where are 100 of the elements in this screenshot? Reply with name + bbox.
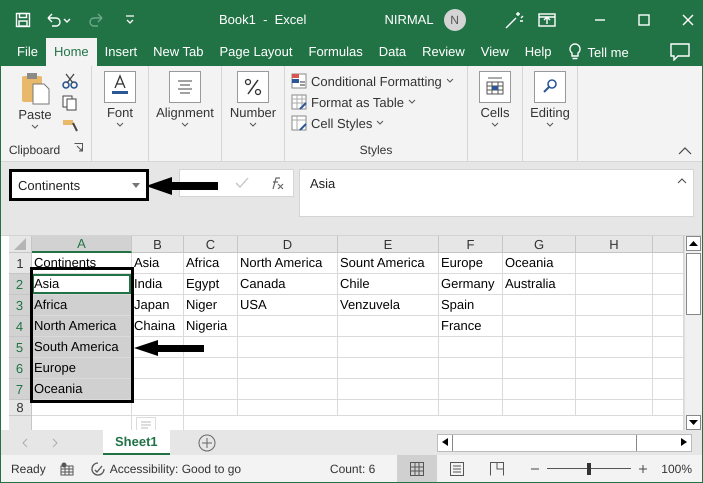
zoom-in-icon[interactable] [639,464,648,472]
close-icon[interactable] [682,14,694,26]
expand-icon[interactable] [677,178,687,184]
row-header[interactable]: 5 [9,337,32,358]
group-label: Styles [360,143,392,159]
table-cell: Japan [132,295,184,316]
arrow [134,340,204,356]
table-cell: Asia [132,253,184,274]
customize-icon[interactable] [125,14,135,26]
table-cell: Europe [439,253,503,274]
table-cell: North America [32,316,132,337]
maximize-icon[interactable] [638,14,650,26]
column-header[interactable]: A [32,236,132,253]
table-cell: South America [32,337,132,358]
table-cell: Chile [338,274,439,295]
column-header[interactable]: G [503,236,576,253]
add-sheet-icon[interactable] [198,434,216,452]
cell-styles-icon [291,115,307,131]
row-header[interactable]: 4 [9,316,32,337]
column-header[interactable]: B [132,236,184,253]
table-cell: Africa [184,253,238,274]
undo-icon[interactable] [45,12,71,28]
dialog-launcher-icon[interactable] [74,143,84,152]
scroll-thumb[interactable] [686,253,701,315]
ribbon-button[interactable]: Alignment [152,71,218,128]
ribbon-tab[interactable]: Page Layout [212,38,301,66]
ribbon-button[interactable]: Cell Styles [291,113,454,133]
caret-icon [31,124,39,130]
table-cell [439,337,503,358]
ribbon-button[interactable]: Number [226,71,280,128]
row-header[interactable]: 7 [9,379,32,400]
column-header[interactable]: E [338,236,439,253]
ribbon-tab[interactable]: Help [516,38,560,66]
ribbon-button[interactable]: Editing [526,71,574,128]
ribbon-tab[interactable]: File [9,38,46,66]
group-label: Clipboard [8,143,60,159]
row-header[interactable]: 2 [9,274,32,295]
table-cell [132,358,184,379]
paste-button[interactable]: Paste [14,71,56,143]
ribbon-button[interactable]: Font [100,71,140,128]
table-cell: Egypt [184,274,238,295]
avatar[interactable]: N [444,8,466,30]
column-header[interactable]: H [576,236,653,253]
status-text: Ready [11,462,46,476]
row-header[interactable]: 1 [9,253,32,274]
copy-icon[interactable] [62,95,78,111]
caret-icon [249,122,257,128]
table-cell: Africa [32,295,132,316]
ribbon-tab[interactable]: Insert [96,38,146,66]
normal-view-button[interactable] [397,455,438,482]
ribbon-tab[interactable]: View [472,38,517,66]
accessibility-icon[interactable] [90,460,106,476]
table-cell: Spain [439,295,503,316]
caret-icon [446,78,454,84]
name-box[interactable]: Continents [9,169,149,201]
lightbulb-icon[interactable] [568,43,582,61]
ribbon-display-icon[interactable] [538,12,556,26]
format-painter-icon[interactable] [62,117,78,133]
scroll-up-icon[interactable] [686,236,701,251]
ribbon-tab[interactable]: Data [370,38,414,66]
ribbon-tab[interactable]: Review [414,38,473,66]
ribbon-button[interactable]: Cells [475,71,515,128]
tell-me-search[interactable]: Tell me [588,44,629,60]
table-cell: Chaina [132,316,184,337]
table-cell [439,358,503,379]
accessibility-status[interactable]: Accessibility: Good to go [110,462,242,476]
table-cell [439,400,503,416]
ribbon-tab[interactable]: Formulas [300,38,371,66]
ribbon-tab[interactable]: Home [46,38,97,66]
slider-thumb[interactable] [587,462,592,474]
row-header[interactable]: 3 [9,295,32,316]
caret-icon [408,99,416,105]
column-header[interactable]: F [439,236,503,253]
caret-icon [116,122,124,128]
collapse-ribbon-icon[interactable] [678,147,692,155]
table-cell [132,379,184,400]
column-header[interactable]: D [238,236,338,253]
magic-wand-icon[interactable] [504,10,524,30]
scroll-thumb[interactable] [452,434,637,450]
zoom-level[interactable]: 100% [661,462,692,476]
formula-bar[interactable]: Asia [299,169,694,217]
macro-record-icon[interactable] [60,462,76,476]
count-text: Count: 6 [330,462,376,476]
ribbon-button[interactable]: Format as Table [291,92,454,112]
table-cell: Europe [32,358,132,379]
comment-icon[interactable] [670,43,690,61]
table-cell: Australia [503,274,576,295]
ribbon-tab[interactable]: New Tab [145,38,212,66]
column-header[interactable]: C [184,236,238,253]
row-header[interactable]: 6 [9,358,32,379]
table-cell: Germany [439,274,503,295]
save-icon[interactable] [15,12,31,28]
row-header[interactable]: 8 [9,400,32,416]
table-cell: Asia [32,274,132,295]
ribbon-button[interactable]: Conditional Formatting [291,71,454,91]
window-title: Book1 - Excel [219,12,306,27]
cut-icon[interactable] [62,73,78,89]
scroll-down-icon[interactable] [686,415,701,430]
page-break-icon [490,462,504,476]
caret-icon [376,120,384,126]
